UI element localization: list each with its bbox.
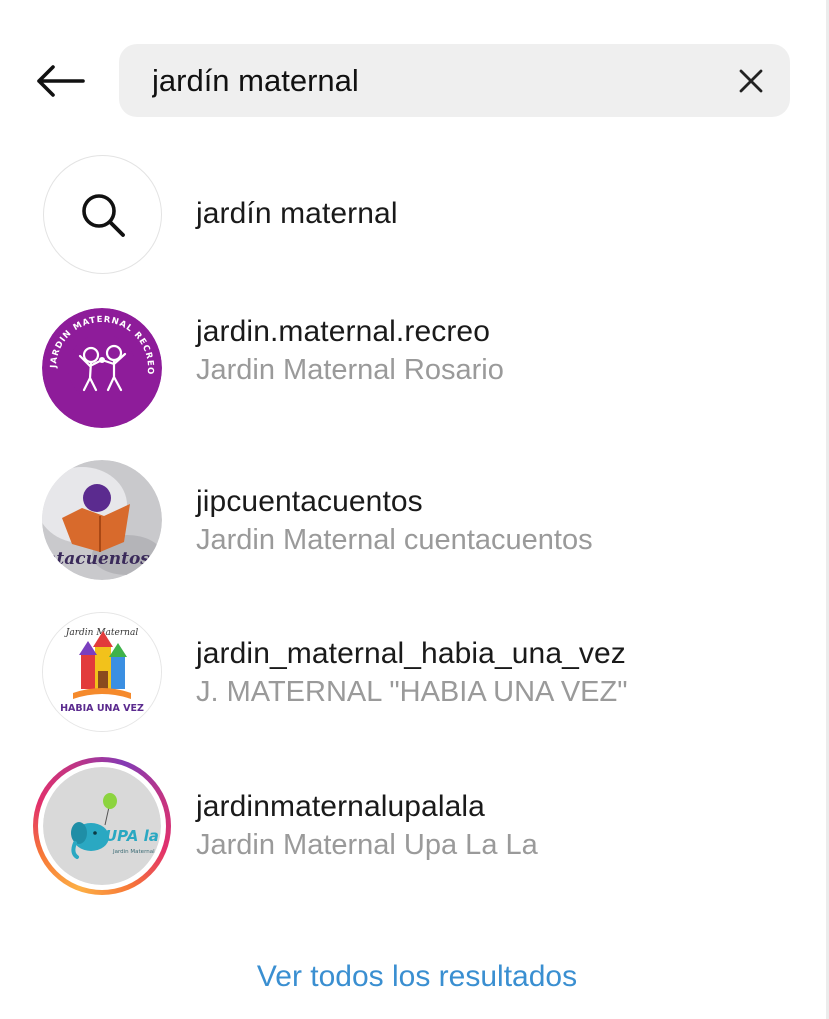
arrow-left-icon [37,65,85,97]
query-suggestion-row[interactable]: jardín maternal [0,155,829,295]
account-username: jardin_maternal_habia_una_vez [196,637,626,670]
account-full-name: Jardin Maternal Upa La La [196,829,538,861]
search-suggestion-circle [43,155,162,274]
account-result-row[interactable]: ntacuentos jipcuentacuentos Jardin Mater… [0,460,829,600]
account-username: jardin.maternal.recreo [196,315,490,348]
query-suggestion-text: jardín maternal [196,197,398,230]
avatar: UPA la la Jardin Maternal [43,767,161,885]
account-full-name: Jardin Maternal Rosario [196,354,504,386]
account-full-name: J. MATERNAL "HABIA UNA VEZ" [196,676,628,708]
account-full-name: Jardin Maternal cuentacuentos [196,524,593,556]
close-icon [739,69,763,93]
search-screen: jardín maternal JARDIN MATERNAL RECREO [0,0,829,1019]
account-username: jardinmaternalupalala [196,790,485,823]
search-input[interactable] [152,44,712,117]
svg-text:UPA la la: UPA la la [105,827,161,845]
account-result-row[interactable]: JARDIN MATERNAL RECREO jardin.maternal.r… [0,308,829,448]
search-bar [119,44,790,117]
avatar: JARDIN MATERNAL RECREO [42,308,162,428]
search-icon [81,193,125,237]
svg-text:HABIA UNA VEZ: HABIA UNA VEZ [60,703,144,714]
account-username: jipcuentacuentos [196,485,423,518]
avatar: ntacuentos [42,460,162,580]
svg-text:Jardin Maternal: Jardin Maternal [112,849,155,855]
svg-text:ntacuentos: ntacuentos [44,549,150,569]
see-all-results-link[interactable]: Ver todos los resultados [0,960,829,994]
account-result-row[interactable]: Jardin Maternal HABIA UNA VEZ jardin_mat… [0,612,829,752]
back-button[interactable] [32,56,88,106]
clear-search-button[interactable] [734,64,768,98]
story-ring[interactable]: UPA la la Jardin Maternal [33,757,171,895]
avatar: Jardin Maternal HABIA UNA VEZ [42,612,162,732]
